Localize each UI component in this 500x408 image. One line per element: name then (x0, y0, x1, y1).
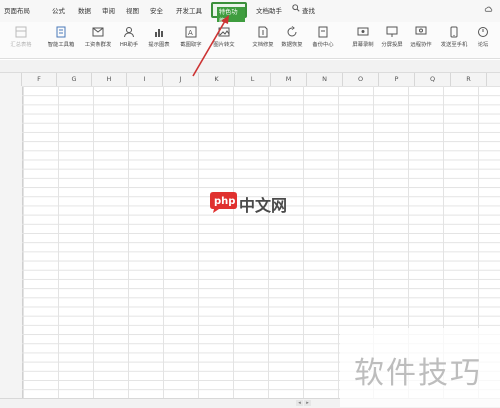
watermark-php-text: php (214, 196, 236, 207)
watermark-corner-text: 软件技巧 (354, 356, 482, 391)
watermark-corner: 软件技巧 (340, 328, 500, 407)
watermark-cn-text: 中文网 (239, 196, 288, 215)
watermark-logo: php 中文网 (208, 191, 302, 219)
